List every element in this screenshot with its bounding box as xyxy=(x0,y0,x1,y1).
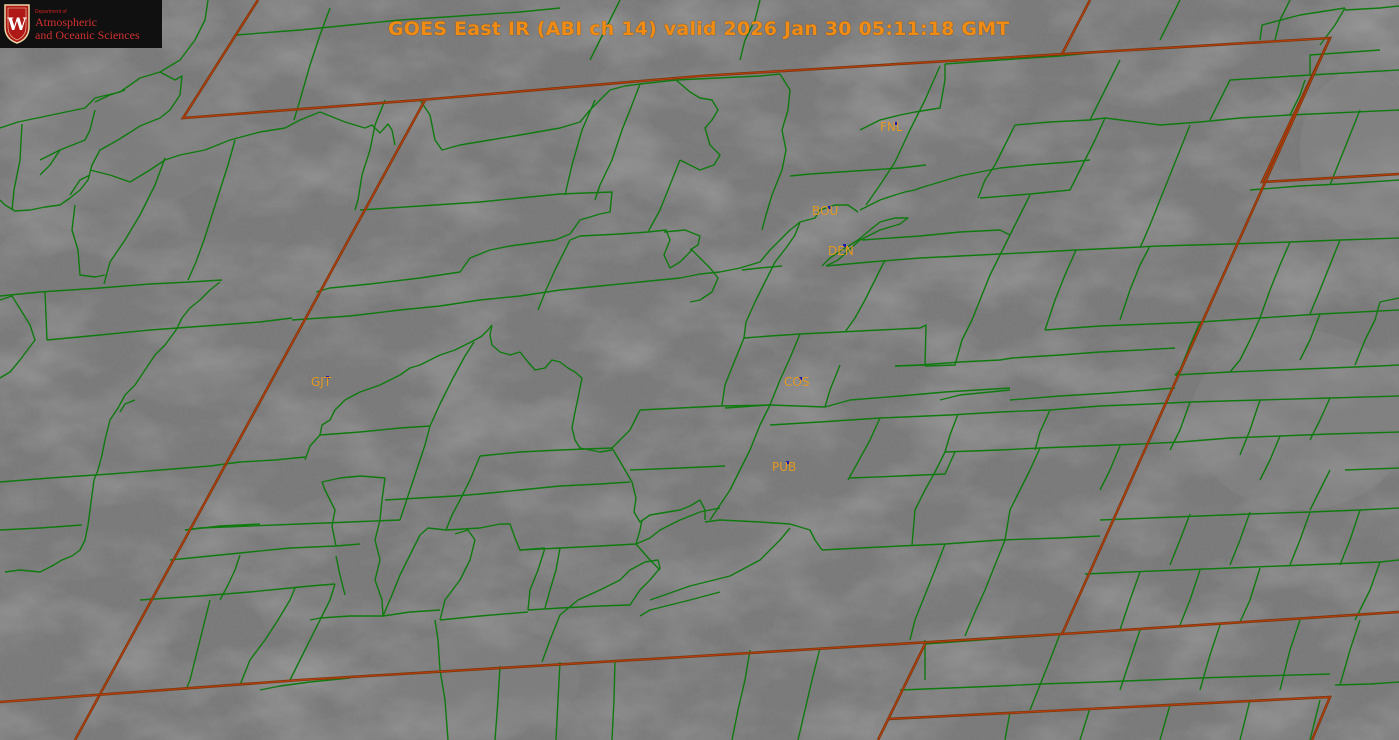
aos-logo: W Department of Atmospheric and Oceanic … xyxy=(0,0,162,48)
ir-imagery xyxy=(0,0,1399,740)
station-gjt-label: GJT xyxy=(311,375,332,389)
image-title: GOES East IR (ABI ch 14) valid 2026 Jan … xyxy=(388,18,1010,40)
station-cos-label: COS xyxy=(784,375,809,389)
satellite-map: FNL BOU DEN GJT COS PUB xyxy=(0,0,1399,740)
station-gjt: GJT xyxy=(311,375,332,389)
station-cos: COS xyxy=(784,375,809,389)
station-pub-label: PUB xyxy=(772,460,796,474)
station-bou-label: BOU xyxy=(812,204,838,218)
logo-line-2: and Oceanic Sciences xyxy=(35,28,140,42)
station-den-label: DEN xyxy=(828,244,854,258)
uw-seal-icon: W xyxy=(4,4,30,44)
station-bou: BOU xyxy=(812,204,838,218)
station-pub: PUB xyxy=(772,460,796,474)
station-fnl-label: FNL xyxy=(880,120,903,134)
uw-seal-letter: W xyxy=(6,15,27,35)
station-den: DEN xyxy=(828,244,854,258)
station-fnl: FNL xyxy=(880,120,903,134)
